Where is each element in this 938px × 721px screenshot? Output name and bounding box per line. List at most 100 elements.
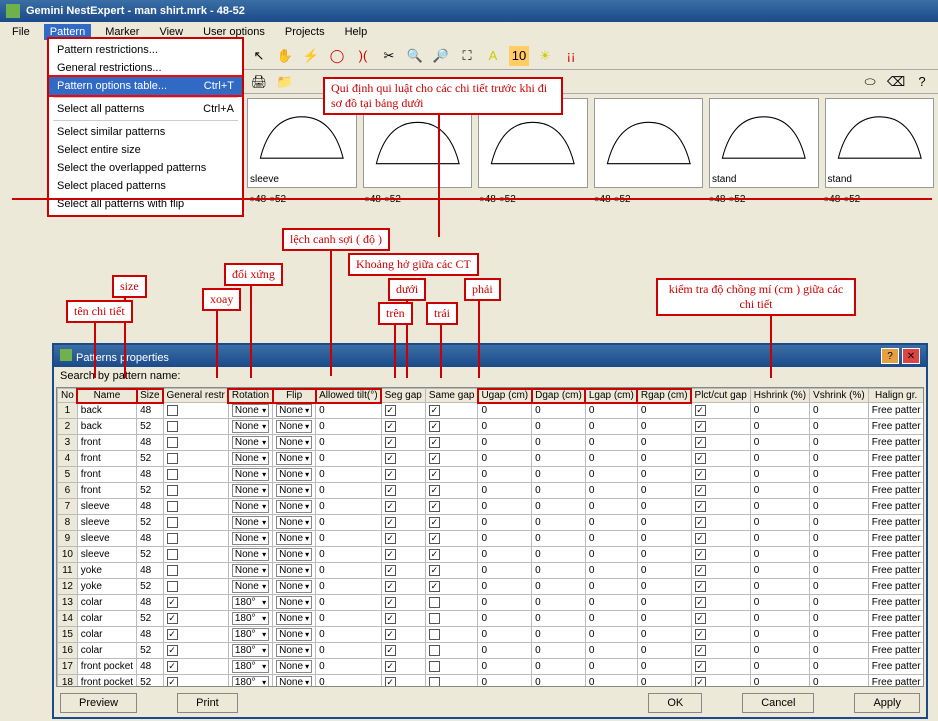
checkbox[interactable] (385, 629, 396, 640)
select[interactable]: None (276, 660, 312, 673)
checkbox[interactable] (167, 469, 178, 480)
table-row[interactable]: 6front52NoneNone0000000Free patterFree p… (58, 483, 925, 499)
checkbox[interactable] (695, 613, 706, 624)
box-icon[interactable]: 10 (509, 46, 529, 66)
cell-name[interactable]: colar (77, 611, 136, 627)
select[interactable]: 180° (232, 612, 269, 625)
select[interactable]: 180° (232, 660, 269, 673)
checkbox[interactable] (385, 485, 396, 496)
cell-name[interactable]: front (77, 451, 136, 467)
select[interactable]: None (276, 532, 312, 545)
col-header[interactable]: Plct/cut gap (691, 389, 750, 403)
select[interactable]: 180° (232, 676, 269, 687)
table-row[interactable]: 2back52NoneNone0000000Free patterFree pa… (58, 419, 925, 435)
select[interactable]: None (276, 500, 312, 513)
cell-name[interactable]: front pocket (77, 675, 136, 688)
select[interactable]: None (232, 484, 269, 497)
checkbox[interactable] (695, 661, 706, 672)
checkbox[interactable] (695, 421, 706, 432)
cell-name[interactable]: yoke (77, 579, 136, 595)
checkbox[interactable] (429, 581, 440, 592)
cell-name[interactable]: back (77, 403, 136, 419)
col-header[interactable]: Allowed tilt(°) (316, 389, 381, 403)
cell-name[interactable]: colar (77, 595, 136, 611)
table-wrapper[interactable]: NoNameSizeGeneral restrRotationFlipAllow… (56, 387, 924, 687)
checkbox[interactable] (167, 565, 178, 576)
checkbox[interactable] (385, 549, 396, 560)
checkbox[interactable] (167, 613, 178, 624)
checkbox[interactable] (429, 549, 440, 560)
table-row[interactable]: 17front pocket48180°None0000000Free patt… (58, 659, 925, 675)
checkbox[interactable] (695, 469, 706, 480)
select[interactable]: None (276, 484, 312, 497)
checkbox[interactable] (385, 613, 396, 624)
table-row[interactable]: 5front48NoneNone0000000Free patterFree p… (58, 467, 925, 483)
checkbox[interactable] (429, 453, 440, 464)
shape-icon[interactable]: ⬭ (860, 72, 880, 92)
cell-name[interactable]: front (77, 467, 136, 483)
checkbox[interactable] (429, 645, 440, 656)
checkbox[interactable] (695, 581, 706, 592)
checkbox[interactable] (695, 517, 706, 528)
col-header[interactable]: Dgap (cm) (532, 389, 586, 403)
ok-button[interactable]: OK (648, 693, 702, 713)
select[interactable]: None (276, 404, 312, 417)
menu-item[interactable]: Select similar patterns (49, 123, 242, 141)
table-row[interactable]: 12yoke52NoneNone0000000Free patterFree p… (58, 579, 925, 595)
checkbox[interactable] (695, 645, 706, 656)
checkbox[interactable] (695, 549, 706, 560)
cut-icon[interactable]: ¡¡ (561, 46, 581, 66)
select[interactable]: None (276, 628, 312, 641)
properties-titlebar[interactable]: Patterns properties ? ✕ (54, 345, 926, 367)
menu-item[interactable]: Pattern options table...Ctrl+T (49, 77, 242, 95)
checkbox[interactable] (167, 501, 178, 512)
folder-icon[interactable]: 📁 (275, 72, 295, 92)
checkbox[interactable] (695, 629, 706, 640)
checkbox[interactable] (167, 677, 178, 687)
col-header[interactable]: Ugap (cm) (478, 389, 532, 403)
checkbox[interactable] (429, 613, 440, 624)
table-row[interactable]: 8sleeve52NoneNone0000000Free patterFree … (58, 515, 925, 531)
table-row[interactable]: 7sleeve48NoneNone0000000Free patterFree … (58, 499, 925, 515)
select[interactable]: None (276, 436, 312, 449)
help-icon[interactable]: ? (912, 72, 932, 92)
table-row[interactable]: 9sleeve48NoneNone0000000Free patterFree … (58, 531, 925, 547)
checkbox[interactable] (385, 645, 396, 656)
col-header[interactable]: Vshrink (%) (810, 389, 869, 403)
ring-icon[interactable]: ◯ (327, 46, 347, 66)
cell-name[interactable]: sleeve (77, 515, 136, 531)
select[interactable]: None (232, 580, 269, 593)
select[interactable]: None (276, 612, 312, 625)
menu-item[interactable]: Select placed patterns (49, 177, 242, 195)
checkbox[interactable] (385, 533, 396, 544)
checkbox[interactable] (429, 469, 440, 480)
checkbox[interactable] (167, 645, 178, 656)
checkbox[interactable] (385, 469, 396, 480)
table-row[interactable]: 18front pocket52180°None0000000Free patt… (58, 675, 925, 688)
cancel-button[interactable]: Cancel (742, 693, 814, 713)
print-icon[interactable]: 🖨 (249, 72, 269, 92)
cell-name[interactable]: sleeve (77, 499, 136, 515)
col-header[interactable]: No (58, 389, 78, 403)
select[interactable]: None (276, 596, 312, 609)
piece-thumb[interactable]: stand (709, 98, 819, 188)
cell-name[interactable]: colar (77, 643, 136, 659)
select[interactable]: None (232, 532, 269, 545)
col-header[interactable]: Flip (273, 389, 316, 403)
select[interactable]: 180° (232, 628, 269, 641)
cell-name[interactable]: front pocket (77, 659, 136, 675)
table-row[interactable]: 4front52NoneNone0000000Free patterFree p… (58, 451, 925, 467)
hand-icon[interactable]: ✋ (275, 46, 295, 66)
col-header[interactable]: Size (137, 389, 163, 403)
col-header[interactable]: General restr (163, 389, 228, 403)
select[interactable]: None (232, 468, 269, 481)
select[interactable]: None (232, 420, 269, 433)
select[interactable]: None (232, 564, 269, 577)
checkbox[interactable] (695, 677, 706, 687)
table-row[interactable]: 13colar48180°None0000000Free patterFree … (58, 595, 925, 611)
checkbox[interactable] (429, 501, 440, 512)
checkbox[interactable] (429, 421, 440, 432)
cell-name[interactable]: front (77, 483, 136, 499)
cell-name[interactable]: colar (77, 627, 136, 643)
col-header[interactable]: Name (77, 389, 136, 403)
